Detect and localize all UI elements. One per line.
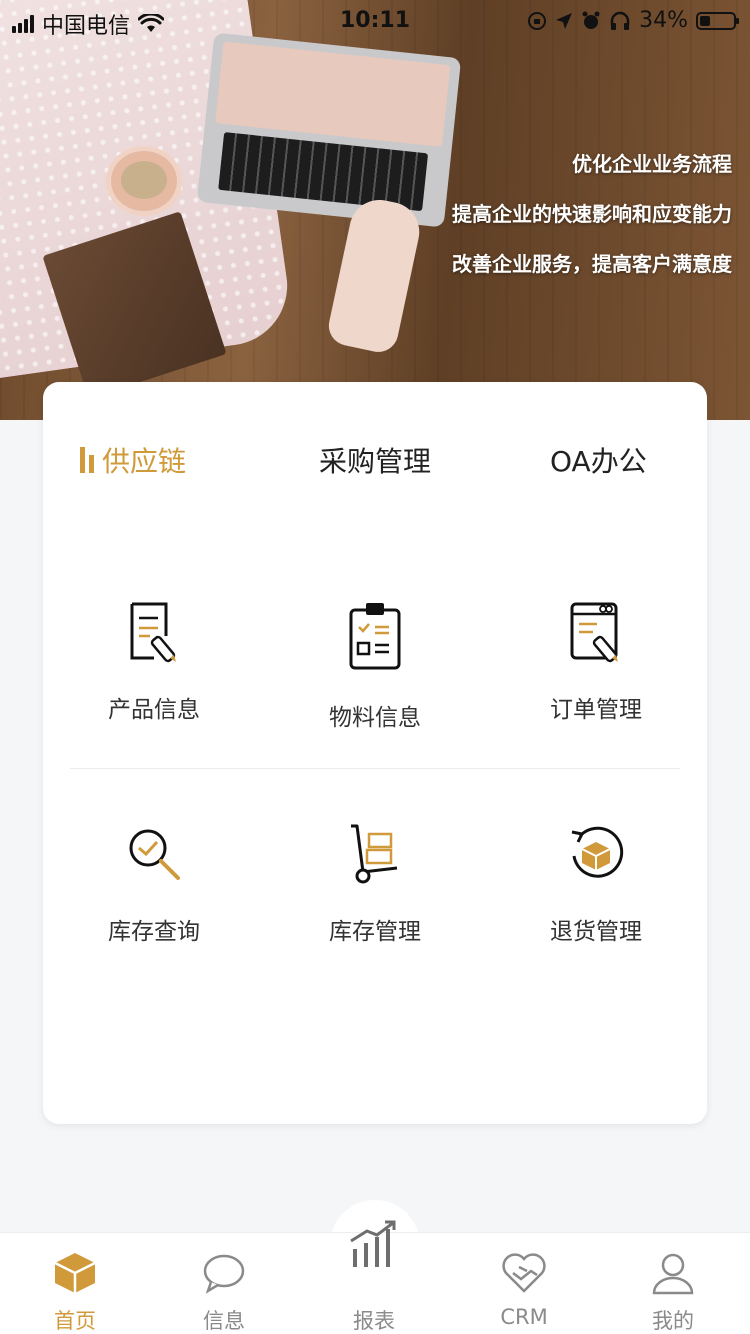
- module-label: 库存查询: [108, 919, 200, 945]
- hero-laptop-decoration: [196, 32, 462, 228]
- nav-label: CRM: [500, 1305, 548, 1329]
- battery-icon: [696, 11, 739, 30]
- material-info-icon: [349, 603, 401, 670]
- nav-home[interactable]: 首页: [15, 1233, 135, 1334]
- nav-label: 首页: [54, 1309, 96, 1333]
- nav-label: 我的: [652, 1309, 694, 1333]
- module-material-info[interactable]: 物料信息: [275, 600, 475, 732]
- nav-reports[interactable]: 报表: [314, 1220, 434, 1334]
- tab-oa-office[interactable]: OA办公: [550, 440, 647, 480]
- product-info-icon: [130, 602, 176, 663]
- nav-label: 信息: [203, 1309, 245, 1333]
- hero-slogan-1: 优化企业业务流程: [572, 152, 732, 176]
- row-divider: [70, 768, 680, 769]
- hero-banner: 优化企业业务流程 提高企业的快速影响和应变能力 改善企业服务，提高客户满意度: [0, 0, 750, 420]
- handshake-heart-icon: [502, 1253, 546, 1293]
- return-management-icon: [571, 826, 624, 878]
- module-row-2: 库存查询 库存管理 退货管理: [43, 822, 707, 972]
- alarm-icon: [582, 11, 600, 29]
- nav-crm[interactable]: CRM: [464, 1233, 584, 1334]
- report-chart-icon: [350, 1220, 396, 1267]
- module-label: 库存管理: [329, 919, 421, 945]
- hero-slogan-3: 改善企业服务，提高客户满意度: [452, 252, 732, 276]
- hero-hand-decoration: [325, 194, 425, 356]
- home-box-icon: [54, 1253, 96, 1293]
- nav-profile[interactable]: 我的: [613, 1233, 733, 1334]
- tab-label: 供应链: [102, 445, 187, 478]
- module-label: 订单管理: [550, 697, 642, 723]
- hero-coffee-cup-decoration: [106, 146, 182, 216]
- module-return-management[interactable]: 退货管理: [496, 822, 696, 946]
- module-row-1: 产品信息 物料信息 订单管理: [43, 600, 707, 750]
- main-card: 供应链 采购管理 OA办公 产品信息 物料信息 订单管理 库存查询 库存管理 退…: [43, 382, 707, 1124]
- bottom-navigation: 首页 信息 报表 CRM 我的: [0, 1220, 750, 1334]
- module-order-management[interactable]: 订单管理: [496, 600, 696, 724]
- tab-procurement[interactable]: 采购管理: [319, 440, 431, 480]
- tab-supply-chain[interactable]: 供应链: [80, 440, 186, 480]
- order-management-icon: [570, 602, 618, 663]
- module-label: 退货管理: [550, 919, 642, 945]
- active-tab-indicator-icon: [80, 447, 94, 473]
- message-bubble-icon: [203, 1254, 245, 1294]
- location-icon: [556, 12, 573, 29]
- inventory-management-icon: [351, 824, 398, 884]
- module-product-info[interactable]: 产品信息: [54, 600, 254, 724]
- tab-label: 采购管理: [319, 445, 432, 478]
- status-bar: 中国电信 10:11 34%: [0, 0, 750, 40]
- lock-rotation-icon: [528, 11, 547, 30]
- tab-label: OA办公: [550, 445, 647, 478]
- battery-percentage: 34%: [639, 8, 688, 33]
- module-label: 物料信息: [329, 705, 421, 731]
- nav-messages[interactable]: 信息: [164, 1233, 284, 1334]
- headphones-icon: [610, 11, 630, 30]
- inventory-search-icon: [129, 829, 180, 880]
- category-tabs: 供应链 采购管理 OA办公: [43, 440, 707, 490]
- hero-slogan-2: 提高企业的快速影响和应变能力: [452, 202, 732, 226]
- nav-label: 报表: [353, 1309, 395, 1333]
- module-label: 产品信息: [108, 697, 200, 723]
- module-inventory-management[interactable]: 库存管理: [275, 822, 475, 946]
- module-inventory-search[interactable]: 库存查询: [54, 822, 254, 946]
- user-icon: [652, 1253, 694, 1295]
